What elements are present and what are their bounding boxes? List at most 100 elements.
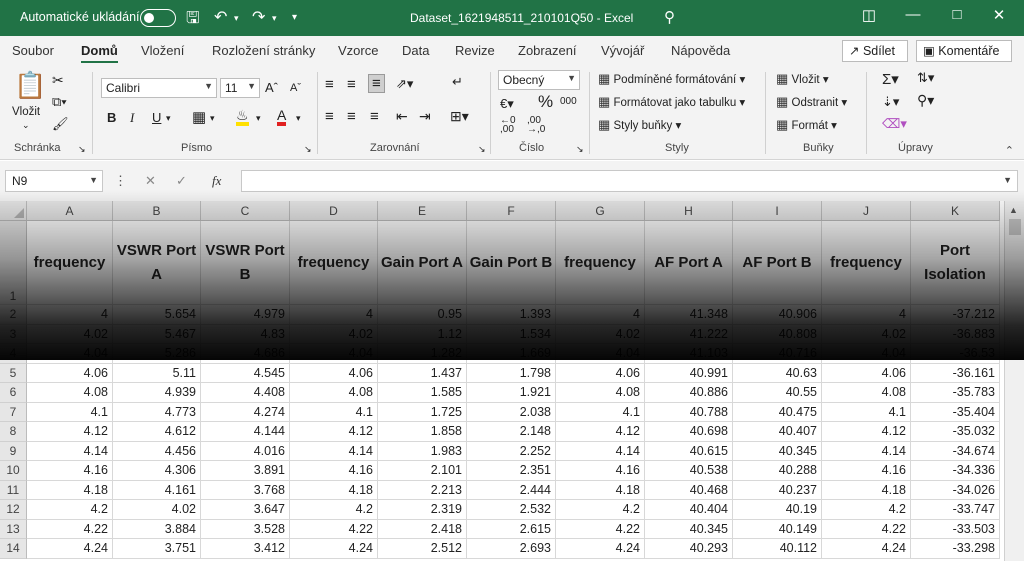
table-cell[interactable]: 4.08 [290,383,378,403]
table-cell[interactable]: 4 [822,305,911,325]
table-cell[interactable]: -36.883 [911,324,1000,344]
column-header-a[interactable]: A [27,201,113,221]
row-header[interactable]: 14 [0,539,27,559]
ribbon-display-icon[interactable]: ◫ [854,6,884,24]
insert-function-button[interactable]: fx [212,173,221,189]
increase-indent-icon[interactable]: ⇥ [419,108,431,125]
table-cell[interactable]: 4.1 [290,402,378,422]
row-header[interactable]: 4 [0,344,27,364]
tab-home[interactable]: Domů [81,43,118,63]
table-cell[interactable]: 4.08 [27,383,113,403]
table-cell[interactable]: 2.101 [378,461,467,481]
table-cell[interactable]: 40.615 [645,441,733,461]
column-header-i[interactable]: I [733,201,822,221]
number-format-combo[interactable]: Obecný ▼ [498,70,580,90]
table-cell[interactable]: 41.348 [645,305,733,325]
column-header-e[interactable]: E [378,201,467,221]
table-cell[interactable]: 4.1 [556,402,645,422]
table-cell[interactable]: 4.24 [27,539,113,559]
row-header[interactable]: 6 [0,383,27,403]
table-cell[interactable]: 4.12 [556,422,645,442]
table-cell[interactable]: 3.768 [201,480,290,500]
table-cell[interactable]: 4.83 [201,324,290,344]
font-color-icon[interactable]: A [277,108,287,126]
percent-button[interactable]: % [538,92,553,112]
paste-button[interactable]: Vložit [12,106,40,118]
header-cell[interactable]: frequency [27,221,113,305]
table-cell[interactable]: 4.24 [556,539,645,559]
autosave-toggle[interactable] [140,9,176,27]
table-cell[interactable]: 4.2 [556,500,645,520]
table-cell[interactable]: 4.979 [201,305,290,325]
table-cell[interactable]: 40.345 [733,441,822,461]
close-icon[interactable]: ✕ [984,6,1014,24]
table-cell[interactable]: 4.22 [822,519,911,539]
table-cell[interactable]: 4.612 [113,422,201,442]
table-cell[interactable]: 4.16 [822,461,911,481]
font-size-combo[interactable]: 11 ▼ [220,78,260,98]
table-cell[interactable]: 1.12 [378,324,467,344]
table-cell[interactable]: -34.336 [911,461,1000,481]
table-cell[interactable]: 3.751 [113,539,201,559]
row-header[interactable]: 11 [0,480,27,500]
table-cell[interactable]: 4.08 [822,383,911,403]
column-header-h[interactable]: H [645,201,733,221]
table-cell[interactable]: 4.773 [113,402,201,422]
column-header-k[interactable]: K [911,201,1000,221]
table-cell[interactable]: 40.404 [645,500,733,520]
table-cell[interactable]: 1.983 [378,441,467,461]
table-cell[interactable]: -34.674 [911,441,1000,461]
table-cell[interactable]: 4.161 [113,480,201,500]
table-cell[interactable]: 4.18 [27,480,113,500]
clipboard-launcher-icon[interactable]: ↘ [78,144,86,155]
bold-button[interactable]: B [107,110,116,125]
table-cell[interactable]: 1.393 [467,305,556,325]
align-center-icon[interactable]: ≡ [347,108,356,125]
table-cell[interactable]: 4.14 [290,441,378,461]
table-cell[interactable]: 4.18 [556,480,645,500]
header-cell[interactable]: frequency [290,221,378,305]
merge-center-icon[interactable]: ⊞▾ [450,108,469,125]
fill-color-icon[interactable]: ♨ [236,108,249,126]
table-cell[interactable]: -33.747 [911,500,1000,520]
table-cell[interactable]: 40.886 [645,383,733,403]
table-cell[interactable]: 2.319 [378,500,467,520]
row-header[interactable]: 3 [0,324,27,344]
wrap-text-icon[interactable]: ↵ [452,74,463,90]
table-cell[interactable]: 40.112 [733,539,822,559]
increase-font-icon[interactable]: Aˆ [265,80,278,95]
format-painter-icon[interactable]: 🖌 [52,116,69,132]
table-cell[interactable]: 4.16 [556,461,645,481]
redo-dropdown-icon[interactable]: ▾ [272,13,277,24]
table-cell[interactable]: 40.906 [733,305,822,325]
tab-help[interactable]: Nápověda [671,43,730,58]
table-cell[interactable]: 4.144 [201,422,290,442]
table-cell[interactable]: 4.24 [822,539,911,559]
table-cell[interactable]: -36.161 [911,363,1000,383]
number-launcher-icon[interactable]: ↘ [576,144,584,155]
row-header[interactable]: 9 [0,441,27,461]
tab-insert[interactable]: Vložení [141,43,184,58]
table-cell[interactable]: 4.02 [27,324,113,344]
table-cell[interactable]: 5.11 [113,363,201,383]
table-cell[interactable]: -37.212 [911,305,1000,325]
table-cell[interactable]: -33.503 [911,519,1000,539]
table-cell[interactable]: 2.693 [467,539,556,559]
table-cell[interactable]: 1.725 [378,402,467,422]
table-cell[interactable]: 4.016 [201,441,290,461]
table-cell[interactable]: 40.63 [733,363,822,383]
table-cell[interactable]: 2.213 [378,480,467,500]
borders-dropdown-icon[interactable]: ▾ [210,113,215,124]
table-cell[interactable]: -35.032 [911,422,1000,442]
table-cell[interactable]: 4.274 [201,402,290,422]
table-cell[interactable]: 4.18 [290,480,378,500]
table-cell[interactable]: 1.534 [467,324,556,344]
table-cell[interactable]: 4.1 [822,402,911,422]
table-cell[interactable]: 4.14 [27,441,113,461]
table-cell[interactable]: 40.288 [733,461,822,481]
header-cell[interactable]: frequency [822,221,911,305]
table-cell[interactable]: 4.22 [27,519,113,539]
row-header[interactable]: 10 [0,461,27,481]
autosum-icon[interactable]: Σ▾ [882,70,899,88]
share-button[interactable]: ↗ Sdílet [842,40,908,62]
